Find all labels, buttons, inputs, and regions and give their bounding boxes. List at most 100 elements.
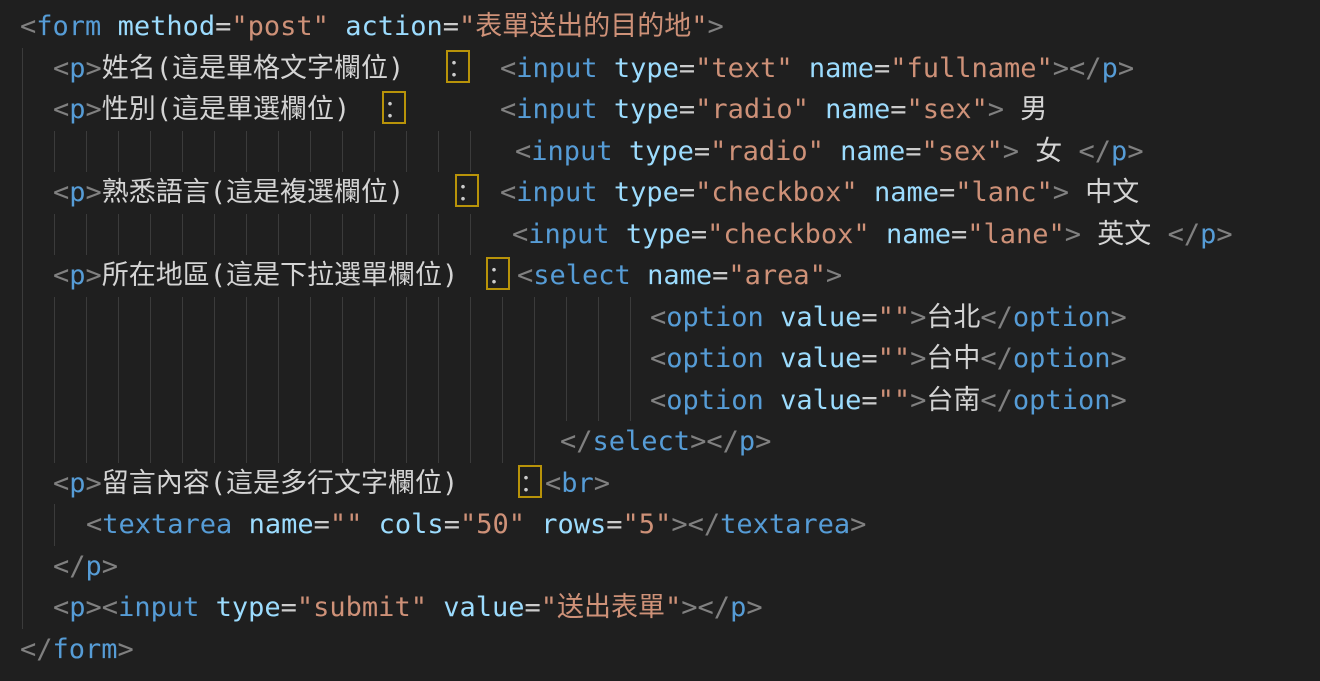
code-token: input bbox=[118, 592, 199, 623]
code-line[interactable]: </form> bbox=[0, 629, 1320, 671]
code-segment: <br> bbox=[545, 463, 610, 505]
code-token: p bbox=[69, 592, 85, 623]
code-token bbox=[598, 177, 614, 208]
code-token: 男 bbox=[1004, 94, 1047, 125]
indent-guide bbox=[406, 380, 407, 422]
code-line[interactable]: <input type="radio" name="sex"> 女 </p> bbox=[0, 131, 1320, 173]
code-token: > bbox=[1118, 53, 1134, 84]
code-token bbox=[362, 509, 378, 540]
code-token bbox=[329, 11, 345, 42]
code-token: < bbox=[500, 53, 516, 84]
indent-guide bbox=[86, 131, 87, 173]
code-segment: <select name="area"> bbox=[517, 255, 842, 297]
code-token: "fullname" bbox=[890, 53, 1053, 84]
indent-guide bbox=[438, 380, 439, 422]
indent-guide bbox=[182, 380, 183, 422]
code-token bbox=[610, 219, 626, 250]
code-segment: <p>姓名(這是單格文字欄位) bbox=[53, 48, 404, 90]
code-line[interactable]: ：<p>所在地區(這是下拉選單欄位)<select name="area"> bbox=[0, 255, 1320, 297]
indent-guide bbox=[214, 421, 215, 463]
code-token: = bbox=[679, 94, 695, 125]
code-line[interactable]: <option value="">台南</option> bbox=[0, 380, 1320, 422]
unicode-highlight-box: ： bbox=[486, 257, 510, 290]
code-token: 台北 bbox=[926, 302, 980, 333]
indent-guide bbox=[438, 131, 439, 173]
code-line[interactable]: <option value="">台中</option> bbox=[0, 338, 1320, 380]
code-token: > bbox=[1053, 177, 1069, 208]
indent-guide bbox=[566, 297, 567, 339]
code-token: type bbox=[216, 592, 281, 623]
code-line[interactable]: <p><input type="submit" value="送出表單"></p… bbox=[0, 587, 1320, 629]
code-segment: <p>熟悉語言(這是複選欄位) bbox=[53, 172, 404, 214]
indent-guide bbox=[374, 297, 375, 339]
code-line[interactable]: ：<p>留言內容(這是多行文字欄位)<br> bbox=[0, 463, 1320, 505]
code-token: = bbox=[443, 11, 459, 42]
indent-guide bbox=[438, 421, 439, 463]
code-token: </ bbox=[980, 343, 1013, 374]
indent-guide bbox=[22, 214, 23, 256]
code-token bbox=[631, 260, 647, 291]
code-token: > bbox=[86, 177, 102, 208]
code-token: option bbox=[666, 302, 764, 333]
code-line[interactable]: </select></p> bbox=[0, 421, 1320, 463]
code-token bbox=[870, 219, 886, 250]
code-line[interactable]: <option value="">台北</option> bbox=[0, 297, 1320, 339]
code-line[interactable]: ：<p>性別(這是單選欄位)<input type="radio" name="… bbox=[0, 89, 1320, 131]
code-token: option bbox=[1013, 302, 1111, 333]
code-token: type bbox=[614, 177, 679, 208]
code-token: type bbox=[626, 219, 691, 250]
indent-guide bbox=[342, 297, 343, 339]
indent-guide bbox=[246, 380, 247, 422]
code-token: = bbox=[712, 260, 728, 291]
code-token: value bbox=[780, 385, 861, 416]
code-token: </ bbox=[1079, 136, 1112, 167]
indent-guide bbox=[310, 131, 311, 173]
indent-guide bbox=[310, 421, 311, 463]
code-line[interactable]: <input type="checkbox" name="lane"> 英文 <… bbox=[0, 214, 1320, 256]
code-token bbox=[101, 11, 117, 42]
indent-guide bbox=[310, 380, 311, 422]
code-token: type bbox=[629, 136, 694, 167]
indent-guide bbox=[246, 297, 247, 339]
indent-guide bbox=[534, 338, 535, 380]
code-token: = bbox=[939, 177, 955, 208]
code-token: 中文 bbox=[1069, 177, 1139, 208]
indent-guide bbox=[374, 338, 375, 380]
indent-guide bbox=[22, 89, 23, 131]
code-token: < bbox=[53, 53, 69, 84]
indent-guide bbox=[470, 421, 471, 463]
indent-guide bbox=[278, 380, 279, 422]
code-token: </ bbox=[1069, 53, 1102, 84]
code-token: "" bbox=[878, 343, 911, 374]
code-line[interactable]: <textarea name="" cols="50" rows="5"></t… bbox=[0, 504, 1320, 546]
code-line[interactable]: </p> bbox=[0, 546, 1320, 588]
code-token: "" bbox=[878, 302, 911, 333]
code-token: > bbox=[755, 426, 771, 457]
indent-guide bbox=[438, 297, 439, 339]
indent-guide bbox=[54, 421, 55, 463]
code-token: "lanc" bbox=[955, 177, 1053, 208]
code-token: input bbox=[516, 94, 597, 125]
code-token: method bbox=[118, 11, 216, 42]
indent-guide bbox=[86, 214, 87, 256]
code-token: > bbox=[746, 592, 762, 623]
code-token: = bbox=[951, 219, 967, 250]
code-token: < bbox=[650, 385, 666, 416]
code-line[interactable]: <form method="post" action="表單送出的目的地"> bbox=[0, 6, 1320, 48]
code-token: value bbox=[780, 343, 861, 374]
code-token: > bbox=[86, 592, 102, 623]
indent-guide bbox=[278, 421, 279, 463]
indent-guide bbox=[374, 380, 375, 422]
code-token: p bbox=[730, 592, 746, 623]
code-token bbox=[764, 385, 780, 416]
code-token: = bbox=[679, 53, 695, 84]
code-token: = bbox=[890, 94, 906, 125]
indent-guide bbox=[118, 380, 119, 422]
code-editor[interactable]: <form method="post" action="表單送出的目的地">：<… bbox=[0, 0, 1320, 681]
indent-guide bbox=[22, 338, 23, 380]
code-line[interactable]: ：<p>姓名(這是單格文字欄位)<input type="text" name=… bbox=[0, 48, 1320, 90]
code-token: input bbox=[531, 136, 612, 167]
code-line[interactable]: ：<p>熟悉語言(這是複選欄位)<input type="checkbox" n… bbox=[0, 172, 1320, 214]
code-token: option bbox=[1013, 385, 1111, 416]
code-token: "sex" bbox=[921, 136, 1002, 167]
